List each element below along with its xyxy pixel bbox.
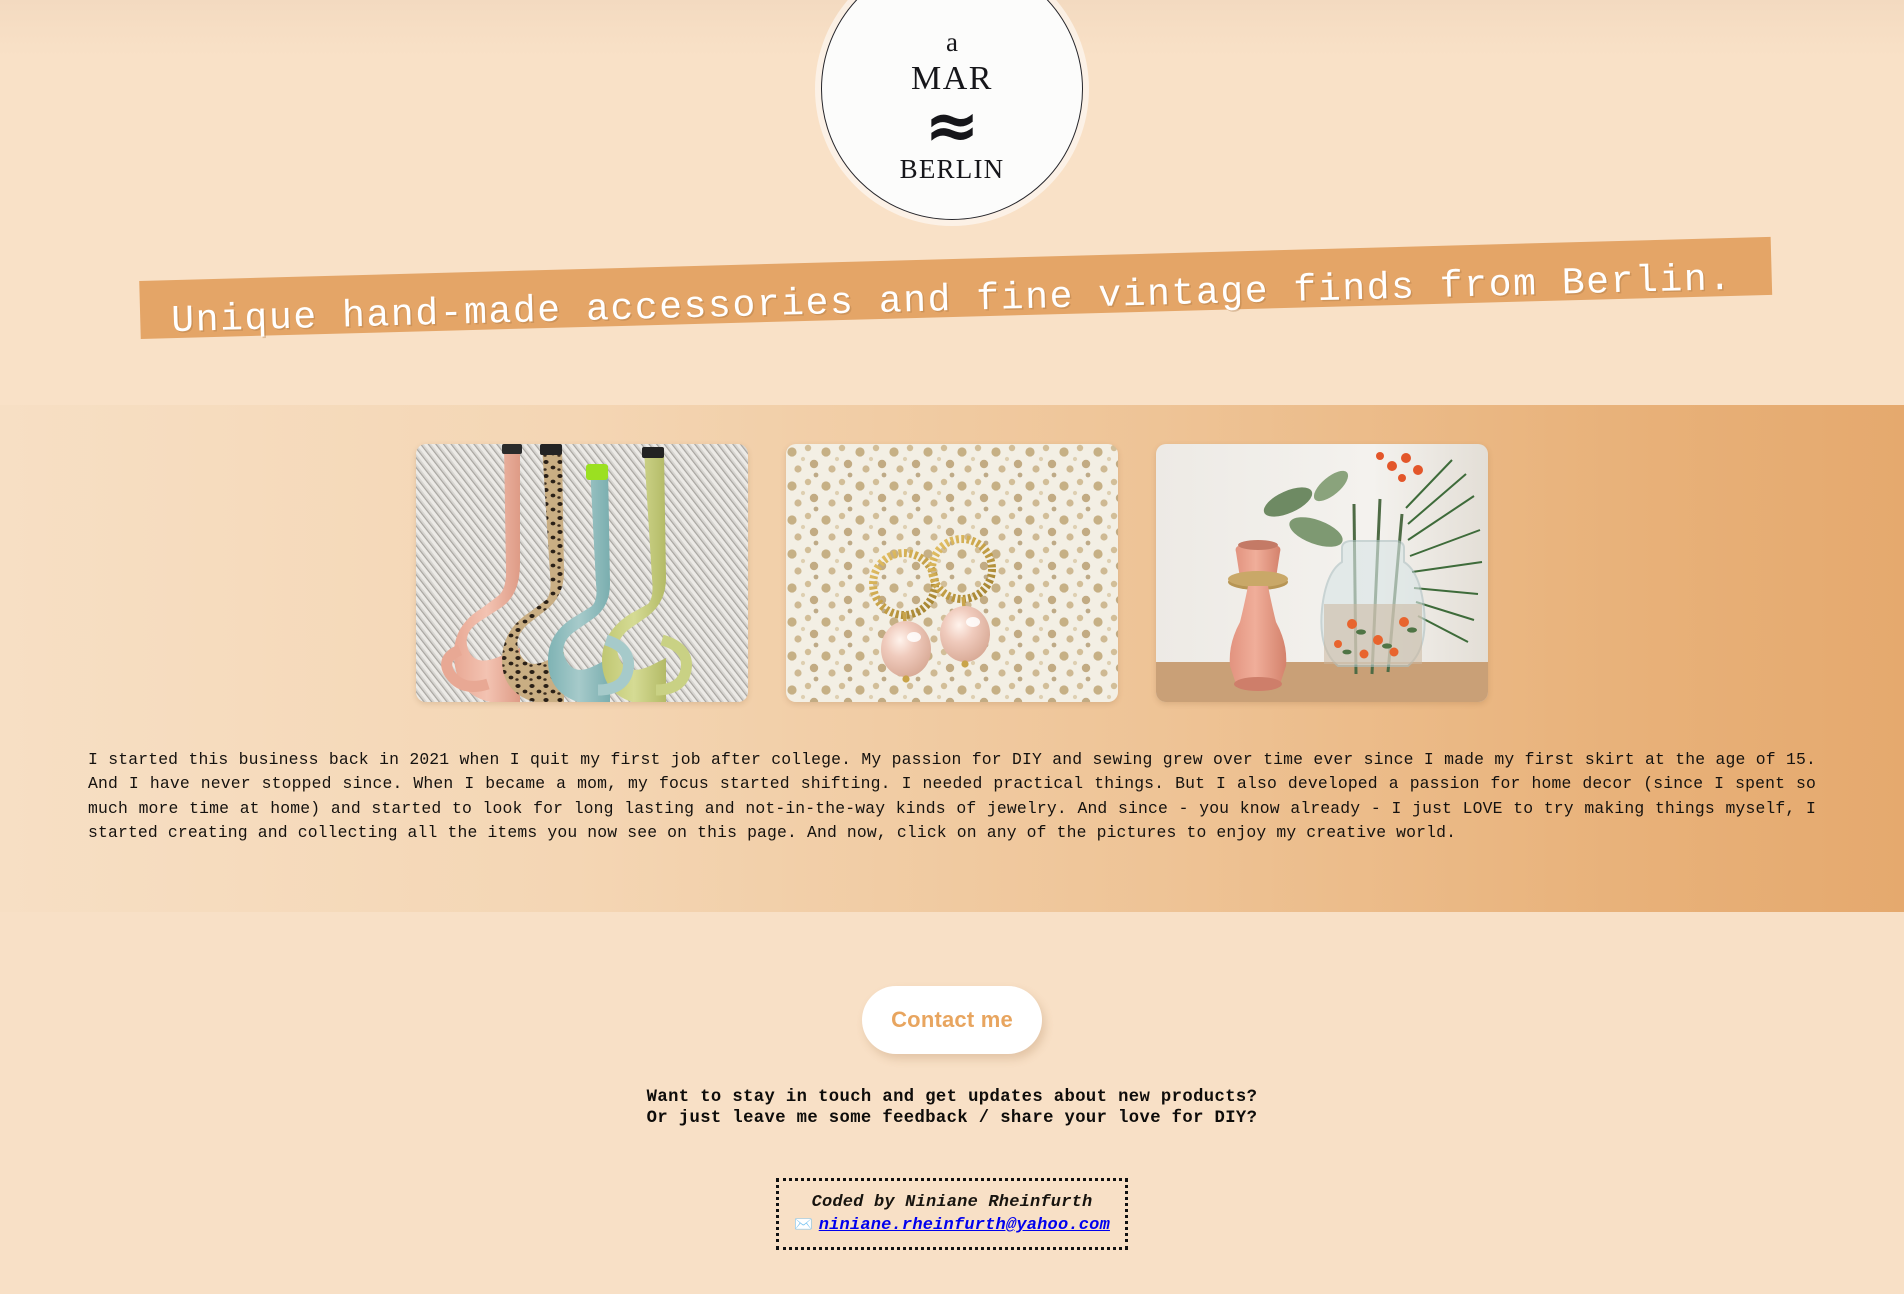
stay-in-touch-prompt: Want to stay in touch and get updates ab…: [0, 1087, 1904, 1129]
contact-section: Contact me Want to stay in touch and get…: [0, 912, 1904, 1294]
hand-made-straps-image: [416, 444, 748, 702]
gallery-item-hand-made-straps[interactable]: [416, 444, 748, 702]
footer-email-link[interactable]: niniane.rheinfurth@yahoo.com: [819, 1216, 1110, 1235]
vintage-home-decor-image: [1156, 444, 1488, 702]
wave-icon: ≈: [924, 87, 980, 165]
footer-credit-box: Coded by Niniane Rheinfurth ✉️ niniane.r…: [776, 1178, 1128, 1250]
logo-text-a: a: [946, 27, 958, 58]
contact-me-button[interactable]: Contact me: [862, 986, 1042, 1054]
pearl-hoop-earrings-image: [786, 444, 1118, 702]
page-root: a MAR ≈ BERLIN Unique hand-made accessor…: [0, 0, 1904, 1294]
coded-by-label: Coded by Niniane Rheinfurth: [811, 1193, 1093, 1212]
hero-section: a MAR ≈ BERLIN Unique hand-made accessor…: [0, 0, 1904, 405]
gallery-row: [416, 444, 1488, 702]
logo-text-berlin: BERLIN: [899, 153, 1005, 184]
logo-circle: a MAR ≈ BERLIN: [821, 0, 1083, 220]
site-logo[interactable]: a MAR ≈ BERLIN: [821, 0, 1083, 220]
prompt-line-1: Want to stay in touch and get updates ab…: [646, 1088, 1258, 1107]
footer-email-row: ✉️ niniane.rheinfurth@yahoo.com: [791, 1216, 1113, 1235]
prompt-line-2: Or just leave me some feedback / share y…: [646, 1109, 1258, 1128]
gallery-item-pearl-hoop-earrings[interactable]: [786, 444, 1118, 702]
envelope-icon: ✉️: [794, 1217, 813, 1234]
about-paragraph: I started this business back in 2021 whe…: [88, 750, 1816, 842]
gallery-item-vintage-home-decor[interactable]: [1156, 444, 1488, 702]
